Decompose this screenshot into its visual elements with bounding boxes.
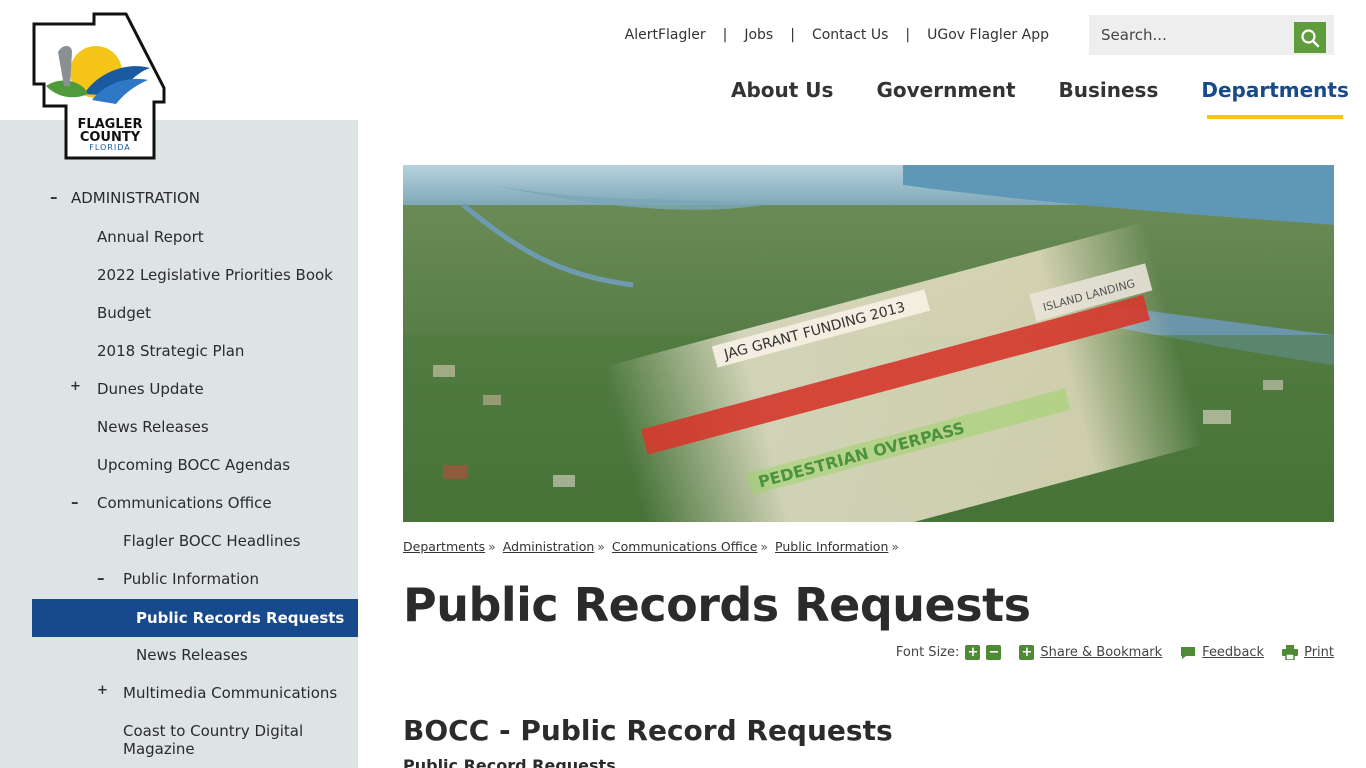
ugov-app-link[interactable]: UGov Flagler App xyxy=(927,27,1049,43)
page-tools: Font Size: + − + Share & Bookmark Feedba… xyxy=(896,645,1334,660)
sidebar-item-label: 2018 Strategic Plan xyxy=(97,342,245,360)
sidebar-item-label: Public Records Requests xyxy=(136,609,345,627)
sidebar-item-label: Coast to Country Digital xyxy=(123,722,304,740)
sidebar-item-budget[interactable]: Budget xyxy=(32,303,358,325)
collapse-icon[interactable]: – xyxy=(97,569,105,587)
sidebar-item-bocc-agendas[interactable]: Upcoming BOCC Agendas xyxy=(32,455,358,477)
sidebar-item-coast-to-country[interactable]: Coast to Country Digital Magazine xyxy=(32,721,358,761)
feedback-button[interactable]: Feedback xyxy=(1180,645,1264,660)
breadcrumb: Departments» Administration» Communicati… xyxy=(403,539,900,554)
sidebar-item-public-records-requests[interactable]: Public Records Requests xyxy=(32,599,358,637)
printer-icon xyxy=(1282,645,1299,660)
sidebar-item-news-releases[interactable]: News Releases xyxy=(32,417,358,439)
sidebar-item-administration[interactable]: – ADMINISTRATION xyxy=(32,188,358,210)
sidebar-item-label: ADMINISTRATION xyxy=(71,189,201,207)
speech-bubble-icon xyxy=(1181,646,1196,659)
feedback-link[interactable]: Feedback xyxy=(1202,645,1264,660)
sidebar-item-label: News Releases xyxy=(136,646,248,664)
page-title: Public Records Requests xyxy=(403,578,1031,632)
breadcrumb-administration[interactable]: Administration xyxy=(503,539,594,554)
sidebar-item-news-releases-2[interactable]: News Releases xyxy=(32,645,358,667)
font-increase-icon[interactable]: + xyxy=(965,645,981,660)
content-subheading: Public Record Requests xyxy=(403,756,616,768)
search-input[interactable] xyxy=(1089,15,1293,55)
expand-icon[interactable]: + xyxy=(70,379,81,394)
sidebar-item-multimedia[interactable]: + Multimedia Communications xyxy=(32,683,358,705)
sidebar-item-bocc-headlines[interactable]: Flagler BOCC Headlines xyxy=(32,531,358,553)
sidebar-item-label: Annual Report xyxy=(97,228,204,246)
nav-departments[interactable]: Departments xyxy=(1201,78,1349,119)
sidebar-item-strategic-plan[interactable]: 2018 Strategic Plan xyxy=(32,341,358,363)
flagler-county-logo[interactable]: FLAGLER COUNTY FLORIDA xyxy=(30,10,168,162)
sidebar-item-label: News Releases xyxy=(97,418,209,436)
content-heading: BOCC - Public Record Requests xyxy=(403,714,893,747)
search-box xyxy=(1089,15,1334,55)
sidebar xyxy=(0,120,358,768)
logo-line-3: FLORIDA xyxy=(89,143,130,152)
sidebar-item-label: Budget xyxy=(97,304,151,322)
breadcrumb-public-information[interactable]: Public Information xyxy=(775,539,888,554)
expand-icon[interactable]: + xyxy=(97,683,108,698)
sidebar-item-label: Multimedia Communications xyxy=(123,684,338,702)
sidebar-item-label-line-2: Magazine xyxy=(123,740,195,758)
plus-icon: + xyxy=(1019,645,1035,660)
sidebar-item-legislative-priorities[interactable]: 2022 Legislative Priorities Book xyxy=(32,265,358,287)
search-button[interactable] xyxy=(1294,22,1326,53)
font-size-label: Font Size: xyxy=(895,645,960,660)
sidebar-item-public-information[interactable]: – Public Information xyxy=(32,569,358,591)
share-bookmark-link[interactable]: Share & Bookmark xyxy=(1040,645,1162,660)
sidebar-item-label: Public Information xyxy=(123,570,259,588)
sidebar-item-communications-office[interactable]: – Communications Office xyxy=(32,493,358,515)
main-nav: About Us Government Business Departments xyxy=(731,78,1349,119)
jobs-link[interactable]: Jobs xyxy=(744,27,773,43)
sidebar-item-label: 2022 Legislative Priorities Book xyxy=(97,266,333,284)
utility-bar: AlertFlagler | Jobs | Contact Us | UGov … xyxy=(624,27,1049,43)
print-button[interactable]: Print xyxy=(1282,645,1334,660)
print-link[interactable]: Print xyxy=(1304,645,1334,660)
sidebar-item-label: Flagler BOCC Headlines xyxy=(123,532,301,550)
alertflagler-link[interactable]: AlertFlagler xyxy=(625,27,706,43)
collapse-icon[interactable]: – xyxy=(71,493,79,511)
search-icon xyxy=(1301,28,1320,47)
share-bookmark-button[interactable]: + Share & Bookmark xyxy=(1019,645,1162,660)
breadcrumb-communications-office[interactable]: Communications Office xyxy=(612,539,758,554)
hero-banner-image: JAG GRANT FUNDING 2013 ISLAND LANDING PE… xyxy=(403,165,1334,522)
sidebar-item-label: Dunes Update xyxy=(97,380,204,398)
nav-about-us[interactable]: About Us xyxy=(731,78,833,102)
breadcrumb-departments[interactable]: Departments xyxy=(403,539,485,554)
sidebar-item-annual-report[interactable]: Annual Report xyxy=(32,227,358,249)
sidebar-item-label: Upcoming BOCC Agendas xyxy=(97,456,291,474)
contact-us-link[interactable]: Contact Us xyxy=(812,27,888,43)
collapse-icon[interactable]: – xyxy=(50,188,58,206)
sidebar-item-dunes-update[interactable]: + Dunes Update xyxy=(32,379,358,401)
sidebar-item-label: Communications Office xyxy=(97,494,272,512)
nav-government[interactable]: Government xyxy=(876,78,1015,102)
font-decrease-icon[interactable]: − xyxy=(986,645,1002,660)
nav-business[interactable]: Business xyxy=(1059,78,1159,102)
